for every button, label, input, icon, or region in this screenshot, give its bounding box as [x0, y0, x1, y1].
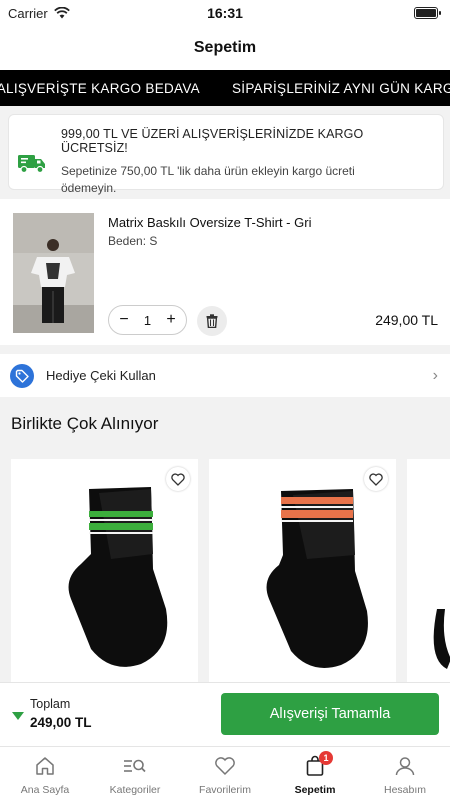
favorite-button[interactable]: [364, 467, 388, 491]
tab-cart[interactable]: 1 Sepetim: [270, 747, 360, 800]
carrier-group: Carrier: [8, 6, 70, 21]
item-price: 249,00 TL: [375, 312, 438, 328]
marquee-item: SİPARİŞLERİNİZ AYNI GÜN KARGO: [231, 80, 450, 96]
shipping-remaining-line2: ödemeyin.: [61, 181, 117, 195]
battery-icon: [414, 7, 441, 19]
tab-label: Kategoriler: [109, 784, 161, 796]
truck-icon: [18, 155, 45, 174]
product-size: Beden: S: [108, 234, 158, 248]
wifi-icon: [53, 7, 70, 19]
expand-summary-icon[interactable]: [12, 712, 24, 720]
tab-home[interactable]: Ana Sayfa: [0, 747, 90, 800]
remove-item-button[interactable]: [197, 306, 227, 336]
product-name[interactable]: Matrix Baskılı Oversize T-Shirt - Gri: [108, 215, 311, 230]
sock-image: [68, 487, 168, 667]
product-card[interactable]: [209, 459, 396, 689]
tab-label: Sepetim: [294, 784, 336, 796]
sock-image: [266, 489, 368, 668]
status-bar: Carrier 16:31: [0, 0, 450, 26]
heart-icon: [369, 472, 383, 486]
product-image[interactable]: [13, 213, 94, 333]
heart-icon: [171, 472, 185, 486]
user-icon: [395, 757, 415, 776]
product-card[interactable]: [11, 459, 198, 689]
marquee-item: ERİ ALIŞVERİŞTE KARGO BEDAVA: [0, 80, 200, 96]
categories-search-icon: [124, 759, 146, 773]
shipping-remaining-text: Sepetinize 750,00 TL 'lik daha ürün ekle…: [61, 163, 433, 197]
total-value: 249,00 TL: [30, 715, 92, 730]
recommended-title: Birlikte Çok Alınıyor: [11, 414, 159, 433]
cart-item: Matrix Baskılı Oversize T-Shirt - Gri Be…: [0, 199, 450, 345]
shipping-threshold-title: 999,00 TL VE ÜZERİ ALIŞVERİŞLERİNİZDE KA…: [61, 127, 364, 155]
shipping-remaining-line1: Sepetinize 750,00 TL 'lik daha ürün ekle…: [61, 164, 355, 178]
quantity-stepper: − 1 +: [108, 305, 187, 335]
total-label: Toplam: [30, 697, 71, 711]
tab-label: Favorilerim: [199, 784, 251, 796]
tab-account[interactable]: Hesabım: [360, 747, 450, 800]
free-shipping-banner: 999,00 TL VE ÜZERİ ALIŞVERİŞLERİNİZDE KA…: [8, 114, 444, 195]
checkout-bar: Toplam 249,00 TL Alışverişi Tamamla: [0, 682, 450, 746]
favorite-button[interactable]: [166, 467, 190, 491]
decrease-quantity-button[interactable]: −: [115, 312, 133, 328]
sock-image: [433, 609, 450, 669]
carrier-label: Carrier: [8, 5, 48, 21]
trash-icon: [206, 314, 218, 328]
cart-count-badge: 1: [319, 751, 333, 765]
gift-card-label: Hediye Çeki Kullan: [46, 368, 156, 383]
increase-quantity-button[interactable]: +: [162, 312, 180, 328]
cart-screen: Carrier 16:31 Sepetim ERİ ALIŞVERİŞTE KA…: [0, 0, 450, 800]
bottom-tab-bar: Ana Sayfa Kategoriler Favorilerim 1 Sepe…: [0, 746, 450, 800]
page-title: Sepetim: [193, 39, 257, 56]
tab-label: Hesabım: [383, 784, 426, 796]
tag-icon: [10, 363, 34, 388]
quantity-value: 1: [143, 312, 152, 328]
tab-favorites[interactable]: Favorilerim: [180, 747, 270, 800]
tab-label: Ana Sayfa: [20, 784, 70, 796]
page-header: Sepetim: [0, 26, 450, 70]
heart-icon: [215, 757, 235, 776]
tab-categories[interactable]: Kategoriler: [90, 747, 180, 800]
home-icon: [36, 757, 54, 775]
chevron-right-icon: ›: [432, 366, 438, 384]
complete-purchase-button[interactable]: Alışverişi Tamamla: [221, 693, 439, 735]
recommended-carousel[interactable]: [11, 459, 450, 689]
product-card[interactable]: [407, 459, 450, 689]
promo-marquee: ERİ ALIŞVERİŞTE KARGO BEDAVA SİPARİŞLERİ…: [0, 70, 450, 106]
gift-card-row[interactable]: Hediye Çeki Kullan ›: [0, 354, 450, 397]
